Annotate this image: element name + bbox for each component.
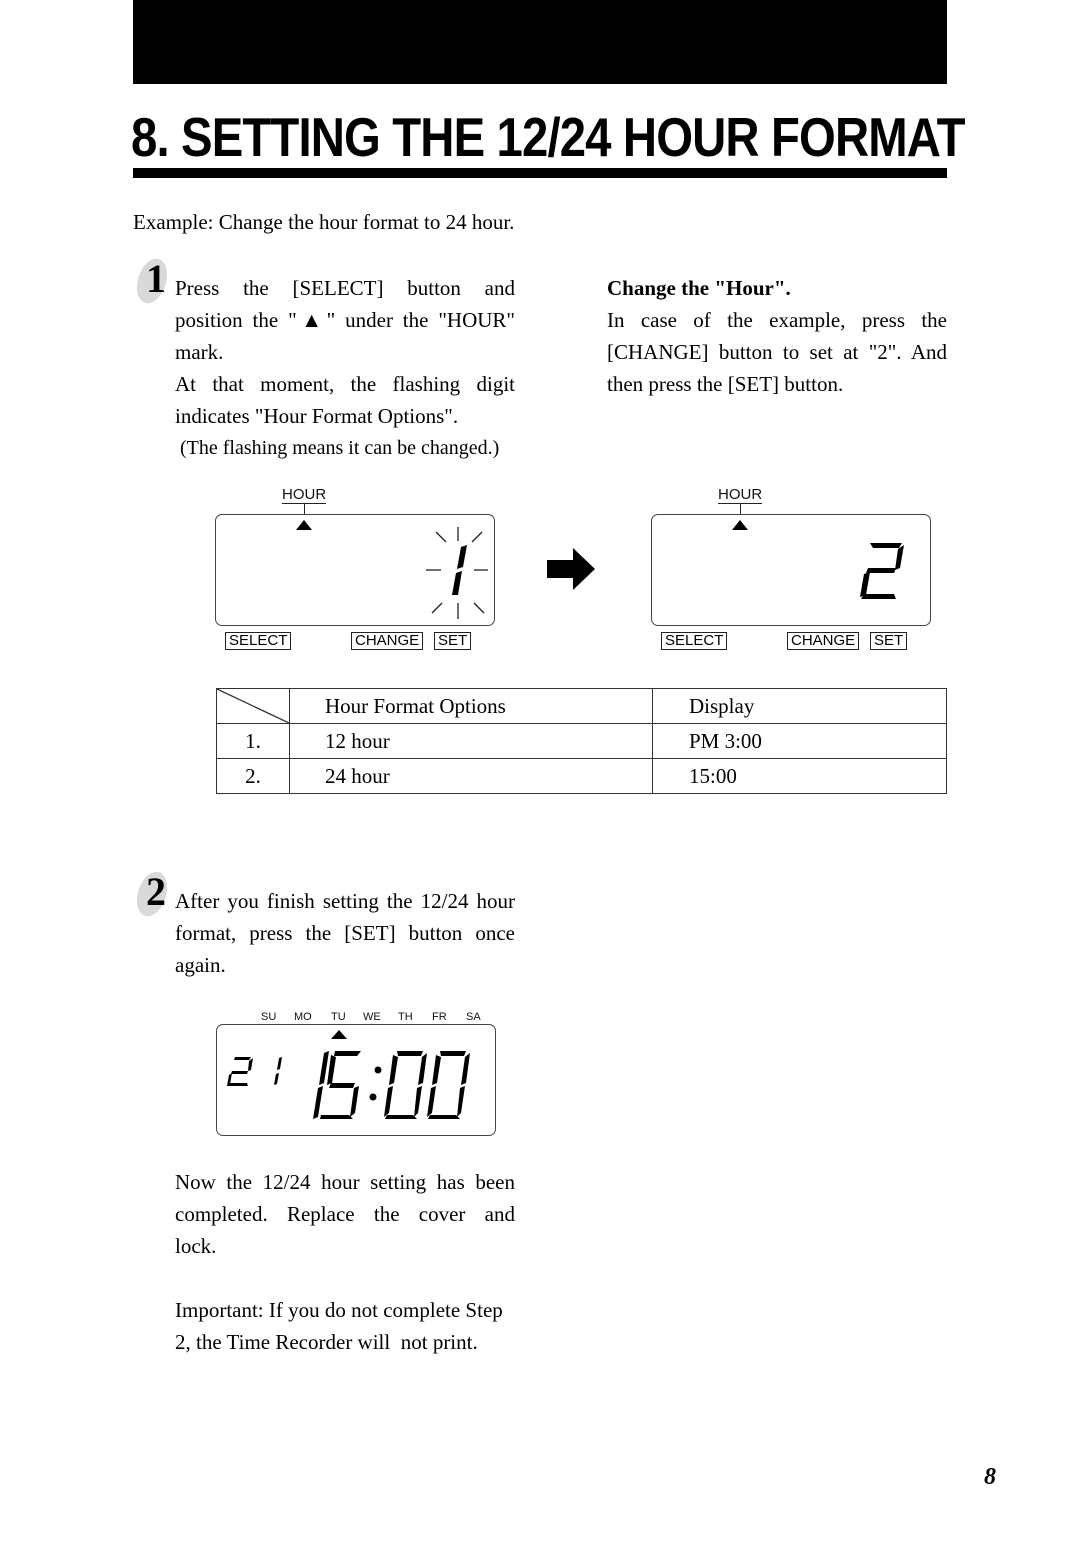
step-2-text: After you finish setting the 12/24 hour … xyxy=(175,885,515,981)
day-marker-icon xyxy=(331,1030,347,1039)
completion-text: Now the 12/24 hour setting has been comp… xyxy=(175,1166,515,1262)
change-button-label: CHANGE xyxy=(351,632,424,650)
table-header-options: Hour Format Options xyxy=(289,688,653,724)
weekday-label: FR xyxy=(432,1011,447,1023)
change-hour-line: In case of the example, press the xyxy=(607,308,947,332)
position-marker-icon xyxy=(296,520,312,530)
lcd-time-digits xyxy=(313,1051,470,1119)
lcd-date-digits xyxy=(227,1057,282,1086)
page-title: 8. SETTING THE 12/24 HOUR FORMAT xyxy=(131,106,965,168)
table-cell-display: PM 3:00 xyxy=(652,723,947,759)
hour-format-options-table: Hour Format Options Display 1. 12 hour P… xyxy=(216,688,947,794)
step-2-line: again. xyxy=(175,953,226,977)
table-cell-index: 1. xyxy=(216,723,290,759)
weekday-label: SU xyxy=(261,1011,277,1023)
weekday-labels: SU MO TU WE TH FR SA xyxy=(258,1011,488,1025)
table-cell-option: 24 hour xyxy=(289,758,653,794)
set-button-label: SET xyxy=(434,632,472,650)
table-cell-display: 15:00 xyxy=(652,758,947,794)
step-2-badge: 2 xyxy=(131,867,173,921)
step-2-line: After you finish setting the 12/24 hour xyxy=(175,889,515,913)
change-hour-line: [CHANGE] button to set at "2". And xyxy=(607,340,947,364)
lcd-final-graphics xyxy=(227,1030,470,1119)
lcd-display-final xyxy=(216,1024,496,1136)
step-1-line: Press the [SELECT] button and xyxy=(175,276,515,300)
weekday-label: SA xyxy=(466,1011,481,1023)
completion-line: lock. xyxy=(175,1234,217,1258)
select-button-label: SELECT xyxy=(225,632,292,650)
change-hour-heading: Change the "Hour". xyxy=(607,276,791,300)
weekday-label: MO xyxy=(294,1011,312,1023)
position-marker-icon xyxy=(732,520,748,530)
title-rule xyxy=(133,168,947,178)
weekday-label: WE xyxy=(363,1011,381,1023)
right-arrow-icon xyxy=(547,548,595,590)
change-hour-block: Change the "Hour". In case of the exampl… xyxy=(607,272,947,400)
weekday-label: TH xyxy=(398,1011,413,1023)
table-cell-option: 12 hour xyxy=(289,723,653,759)
table-header-row: Hour Format Options Display xyxy=(216,688,947,724)
table-header-display: Display xyxy=(652,688,947,724)
lcd-display-after xyxy=(651,514,931,626)
hour-indicator-label: HOUR xyxy=(718,486,763,504)
step-1-line: mark. xyxy=(175,340,224,364)
page-number: 8 xyxy=(984,1464,996,1490)
completion-line: Now the 12/24 hour setting has been xyxy=(175,1170,515,1194)
hour-indicator-label: HOUR xyxy=(282,486,327,504)
table-cell-index: 2. xyxy=(216,758,290,794)
step-1-line: At that moment, the flashing digit xyxy=(175,372,515,396)
example-text: Example: Change the hour format to 24 ho… xyxy=(133,210,515,234)
header-bar xyxy=(133,0,947,84)
table-row: 1. 12 hour PM 3:00 xyxy=(216,723,947,759)
step-1-badge: 1 xyxy=(131,254,173,308)
lcd-digit-2 xyxy=(860,543,904,599)
important-line: Important: If you do not complete Step xyxy=(175,1298,503,1322)
completion-line: completed. Replace the cover and xyxy=(175,1202,515,1226)
step-1-line: position the "▲" under the "HOUR" xyxy=(175,308,515,332)
important-line: 2, the Time Recorder will not print. xyxy=(175,1330,478,1354)
step-number: 1 xyxy=(146,256,166,301)
lcd-digit-1 xyxy=(452,545,467,595)
step-1-text: Press the [SELECT] button and position t… xyxy=(175,272,515,464)
weekday-label: TU xyxy=(331,1011,346,1023)
step-2-line: format, press the [SET] button once xyxy=(175,921,515,945)
select-button-label: SELECT xyxy=(661,632,728,650)
table-corner-cell xyxy=(216,688,290,724)
step-1-note: (The flashing means it can be changed.) xyxy=(180,437,500,459)
table-row: 2. 24 hour 15:00 xyxy=(216,758,947,794)
important-note: Important: If you do not complete Step 2… xyxy=(175,1294,520,1358)
lcd-before-graphics xyxy=(296,520,488,619)
diagonal-line xyxy=(217,689,289,723)
change-button-label: CHANGE xyxy=(787,632,860,650)
change-hour-line: then press the [SET] button. xyxy=(607,372,844,396)
step-1-line: indicates "Hour Format Options". xyxy=(175,404,459,428)
lcd-after-graphics xyxy=(732,520,904,599)
step-number: 2 xyxy=(146,869,166,914)
lcd-display-before xyxy=(215,514,495,626)
set-button-label: SET xyxy=(870,632,908,650)
